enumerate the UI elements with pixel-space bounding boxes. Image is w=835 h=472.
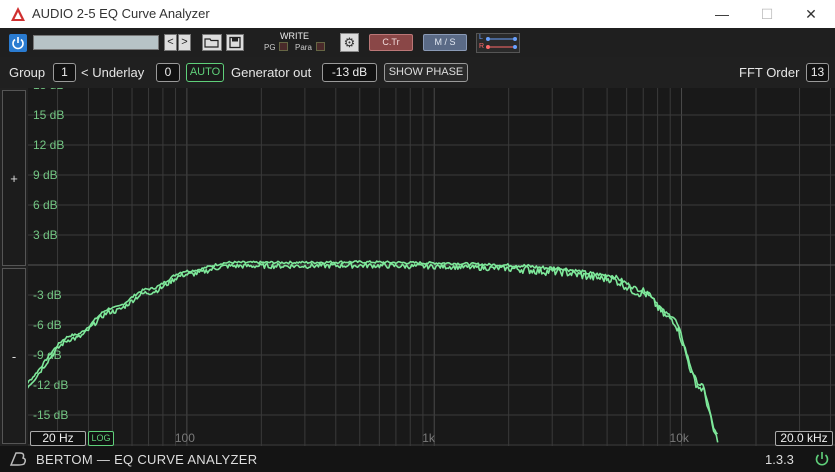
generator-field[interactable]: -13 dB bbox=[322, 63, 377, 82]
pg-toggle[interactable] bbox=[279, 42, 288, 51]
zoom-out-button[interactable]: - bbox=[2, 268, 26, 444]
preset-name-field[interactable] bbox=[33, 35, 159, 50]
log-toggle[interactable]: LOG bbox=[88, 431, 114, 446]
controls-bar: Group 1 < Underlay 0 AUTO Generator out … bbox=[0, 57, 835, 88]
save-icon bbox=[229, 36, 241, 49]
min-frequency-field[interactable]: 20 Hz bbox=[30, 431, 86, 446]
window-title: AUDIO 2-5 EQ Curve Analyzer bbox=[32, 6, 210, 21]
db-tick-label: -15 dB bbox=[33, 408, 68, 422]
next-preset-button[interactable]: > bbox=[178, 34, 191, 51]
eq-curve-line bbox=[13, 260, 719, 435]
underlay-field[interactable]: 0 bbox=[156, 63, 180, 82]
group-field[interactable]: 1 bbox=[53, 63, 76, 82]
minimize-icon[interactable]: — bbox=[712, 4, 732, 24]
close-icon[interactable]: ✕ bbox=[801, 4, 821, 24]
version-label: 1.3.3 bbox=[765, 452, 794, 467]
auto-button[interactable]: AUTO bbox=[186, 63, 224, 82]
footer: BERTOM — EQ CURVE ANALYZER 1.3.3 bbox=[0, 446, 835, 472]
db-tick-label: 12 dB bbox=[33, 138, 64, 152]
power-button[interactable] bbox=[9, 34, 27, 52]
freq-tick-label: 100 bbox=[175, 431, 195, 445]
ms-button[interactable]: M / S bbox=[423, 34, 467, 51]
db-tick-label: 6 dB bbox=[33, 198, 58, 212]
eq-curve-svg: 18 dB15 dB12 dB9 dB6 dB3 dB-3 dB-6 dB-9 … bbox=[13, 78, 835, 446]
freq-tick-label: 1k bbox=[422, 431, 436, 445]
db-tick-label: -6 dB bbox=[33, 318, 62, 332]
show-phase-button[interactable]: SHOW PHASE bbox=[384, 63, 468, 82]
r-label: R bbox=[479, 43, 485, 50]
ctr-button[interactable]: C.Tr bbox=[369, 34, 413, 51]
maximize-icon[interactable]: ☐ bbox=[757, 4, 777, 24]
pg-label: PG bbox=[264, 43, 276, 52]
settings-button[interactable]: ⚙ bbox=[340, 33, 359, 52]
lr-routing-icon bbox=[486, 37, 517, 49]
generator-label: Generator out bbox=[231, 65, 312, 80]
bertom-logo-icon bbox=[9, 452, 27, 466]
footer-brand: BERTOM — EQ CURVE ANALYZER bbox=[36, 452, 258, 467]
power-icon bbox=[12, 37, 24, 50]
window-titlebar: AUDIO 2-5 EQ Curve Analyzer — ☐ ✕ bbox=[0, 0, 835, 28]
db-tick-label: 3 dB bbox=[33, 228, 58, 242]
db-tick-label: 9 dB bbox=[33, 168, 58, 182]
eq-curve-plot[interactable]: 18 dB15 dB12 dB9 dB6 dB3 dB-3 dB-6 dB-9 … bbox=[13, 78, 835, 446]
zoom-in-button[interactable]: + bbox=[2, 90, 26, 266]
fft-order-field[interactable]: 13 bbox=[806, 63, 829, 82]
write-label: WRITE bbox=[280, 31, 309, 41]
app-logo-icon bbox=[11, 7, 25, 21]
open-folder-button[interactable] bbox=[202, 34, 222, 51]
fft-order-label: FFT Order bbox=[739, 65, 800, 80]
db-tick-label: -3 dB bbox=[33, 288, 62, 302]
toolbar: < > WRITE PG Para ⚙ C.Tr M / S L R bbox=[0, 28, 835, 58]
zoom-panel: + - bbox=[0, 88, 28, 446]
max-frequency-field[interactable]: 20.0 kHz bbox=[775, 431, 833, 446]
eq-curve-underlay-line bbox=[13, 262, 719, 443]
db-tick-label: 18 dB bbox=[33, 88, 64, 92]
freq-tick-label: 10k bbox=[670, 431, 690, 445]
lr-routing[interactable]: L R bbox=[476, 33, 520, 53]
gear-icon: ⚙ bbox=[343, 35, 356, 50]
save-button[interactable] bbox=[226, 34, 244, 51]
power-icon[interactable] bbox=[813, 450, 831, 468]
db-tick-label: 15 dB bbox=[33, 108, 64, 122]
group-label: Group bbox=[9, 65, 46, 80]
folder-icon bbox=[204, 38, 219, 48]
prev-preset-button[interactable]: < bbox=[164, 34, 177, 51]
underlay-label: < Underlay bbox=[81, 65, 145, 80]
para-label: Para bbox=[295, 43, 312, 52]
db-tick-label: -12 dB bbox=[33, 378, 68, 392]
para-toggle[interactable] bbox=[316, 42, 325, 51]
l-label: L bbox=[479, 34, 483, 41]
